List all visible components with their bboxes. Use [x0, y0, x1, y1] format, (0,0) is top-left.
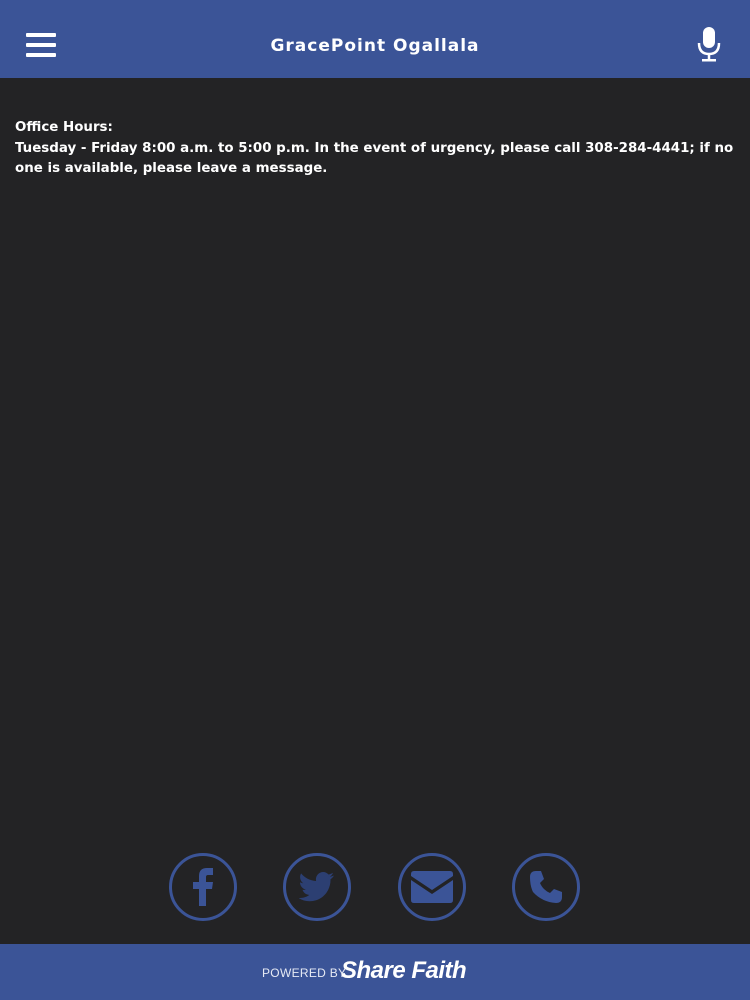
twitter-icon [299, 872, 334, 902]
phone-icon [530, 871, 562, 903]
top-app-bar: GracePoint Ogallala [0, 0, 750, 78]
voice-search-button[interactable] [694, 27, 724, 63]
footer-bar: POWERED BY Share Faith [0, 944, 750, 1000]
envelope-icon [411, 871, 453, 903]
facebook-icon [193, 868, 213, 906]
office-hours-content: Office Hours: Tuesday - Friday 8:00 a.m.… [15, 118, 740, 180]
app-title: GracePoint Ogallala [270, 36, 480, 56]
sharefaith-logo[interactable]: Share Faith [341, 957, 467, 985]
office-hours-heading: Office Hours: [15, 120, 113, 135]
facebook-button[interactable] [169, 853, 237, 921]
email-button[interactable] [398, 853, 466, 921]
social-links [0, 853, 750, 923]
microphone-icon [697, 27, 721, 62]
powered-by-label: POWERED BY [262, 966, 347, 980]
twitter-button[interactable] [283, 853, 351, 921]
office-hours-text: Tuesday - Friday 8:00 a.m. to 5:00 p.m. … [15, 140, 734, 177]
phone-button[interactable] [512, 853, 580, 921]
